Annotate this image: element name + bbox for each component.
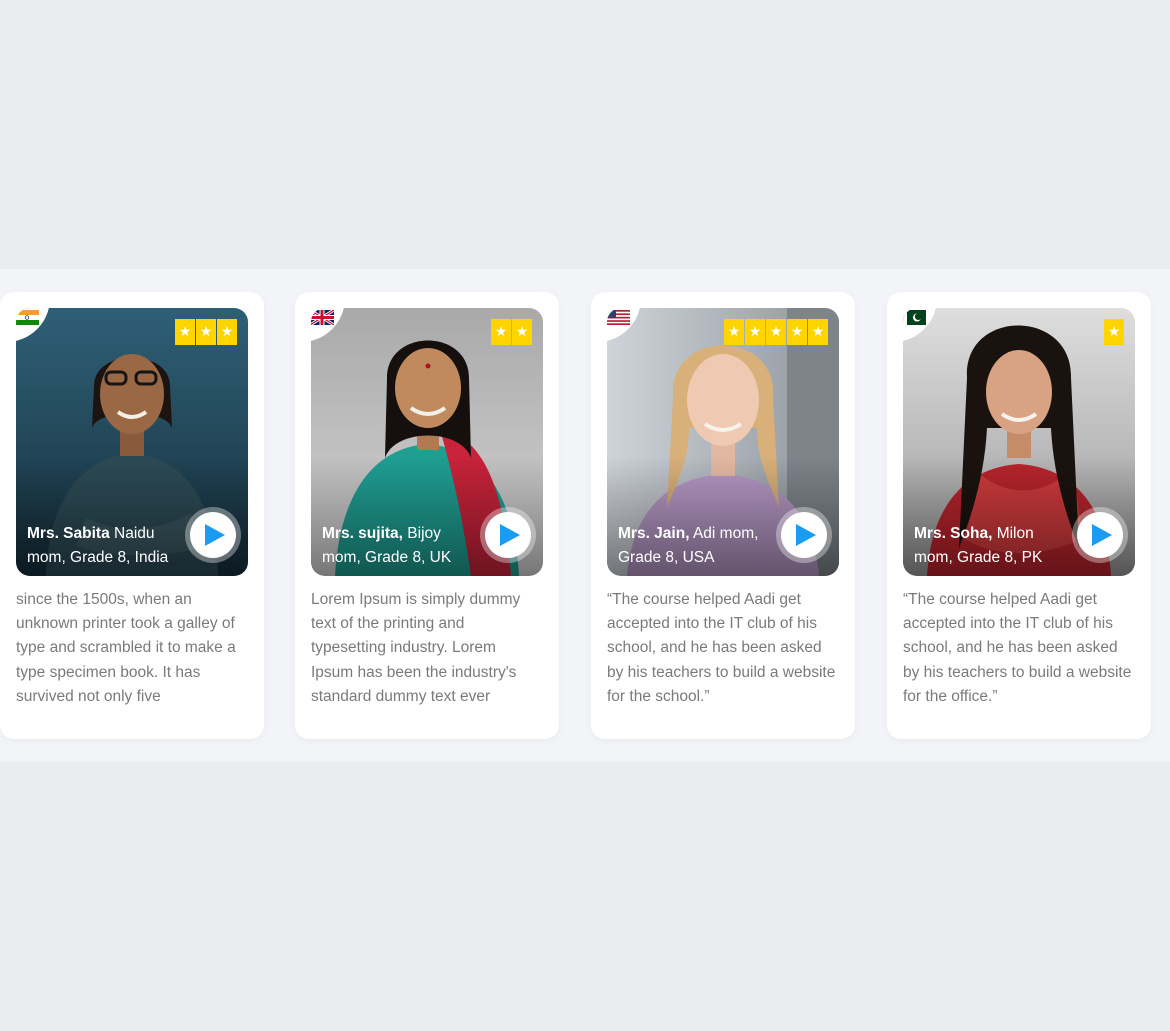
testimonial-photo: ★ ★ ★ ★ ★ Mrs. Jain, Adi mom, Grade 8, U… xyxy=(607,308,839,576)
author-first-name: Mrs. Sabita xyxy=(27,525,110,542)
play-icon xyxy=(796,524,816,546)
testimonial-photo: ★ ★ Mrs. sujita, Bijoy mom, Grade 8, UK xyxy=(311,308,543,576)
author-first-name: Mrs. Jain, xyxy=(618,525,690,542)
testimonial-quote: since the 1500s, when an unknown printer… xyxy=(16,591,236,705)
author-first-name: Mrs. Soha, xyxy=(914,525,993,542)
testimonial-photo: ★ ★ ★ Mrs. Sabita Naidu mom, Grade 8, In… xyxy=(16,308,248,576)
star-icon: ★ xyxy=(745,319,765,345)
usa-flag-icon xyxy=(607,310,630,325)
author-last-name: Milon xyxy=(996,525,1034,542)
star-rating: ★ ★ xyxy=(491,319,532,345)
play-icon xyxy=(1092,524,1112,546)
star-icon: ★ xyxy=(217,319,237,345)
author-last-name: Adi mom, xyxy=(692,525,759,542)
star-rating: ★ xyxy=(1104,319,1124,345)
author-last-name: Bijoy xyxy=(407,525,441,542)
testimonial-card: ★ ★ Mrs. sujita, Bijoy mom, Grade 8, UK … xyxy=(295,292,559,739)
star-icon: ★ xyxy=(787,319,807,345)
author-last-name: Naidu xyxy=(114,525,155,542)
play-video-button[interactable] xyxy=(781,512,827,558)
author-detail: Grade 8, USA xyxy=(618,549,715,566)
author-first-name: Mrs. sujita, xyxy=(322,525,403,542)
play-video-button[interactable] xyxy=(190,512,236,558)
testimonial-author: Mrs. Jain, Adi mom, Grade 8, USA xyxy=(618,522,778,570)
uk-flag-icon xyxy=(311,310,334,325)
star-rating: ★ ★ ★ ★ ★ xyxy=(724,319,828,345)
star-icon: ★ xyxy=(196,319,216,345)
play-icon xyxy=(500,524,520,546)
star-icon: ★ xyxy=(175,319,195,345)
testimonial-author: Mrs. sujita, Bijoy mom, Grade 8, UK xyxy=(322,522,482,570)
star-rating: ★ ★ ★ xyxy=(175,319,237,345)
star-icon: ★ xyxy=(512,319,532,345)
testimonial-card: ★ Mrs. Soha, Milon mom, Grade 8, PK “The… xyxy=(887,292,1151,739)
star-icon: ★ xyxy=(724,319,744,345)
testimonial-card: ★ ★ ★ Mrs. Sabita Naidu mom, Grade 8, In… xyxy=(0,292,264,739)
testimonial-photo: ★ Mrs. Soha, Milon mom, Grade 8, PK xyxy=(903,308,1135,576)
play-video-button[interactable] xyxy=(1077,512,1123,558)
testimonial-author: Mrs. Sabita Naidu mom, Grade 8, India xyxy=(27,522,187,570)
testimonial-quote: “The course helped Aadi get accepted int… xyxy=(607,591,836,705)
author-detail: mom, Grade 8, PK xyxy=(914,549,1043,566)
testimonial-card: ★ ★ ★ ★ ★ Mrs. Jain, Adi mom, Grade 8, U… xyxy=(591,292,855,739)
play-icon xyxy=(205,524,225,546)
testimonial-author: Mrs. Soha, Milon mom, Grade 8, PK xyxy=(914,522,1074,570)
india-flag-icon xyxy=(16,310,39,325)
star-icon: ★ xyxy=(808,319,828,345)
testimonial-quote: Lorem Ipsum is simply dummy text of the … xyxy=(311,591,521,705)
author-detail: mom, Grade 8, India xyxy=(27,549,169,566)
star-icon: ★ xyxy=(1104,319,1124,345)
star-icon: ★ xyxy=(491,319,511,345)
pakistan-flag-icon xyxy=(903,310,926,325)
author-detail: mom, Grade 8, UK xyxy=(322,549,452,566)
play-video-button[interactable] xyxy=(485,512,531,558)
testimonial-quote: “The course helped Aadi get accepted int… xyxy=(903,591,1132,705)
star-icon: ★ xyxy=(766,319,786,345)
